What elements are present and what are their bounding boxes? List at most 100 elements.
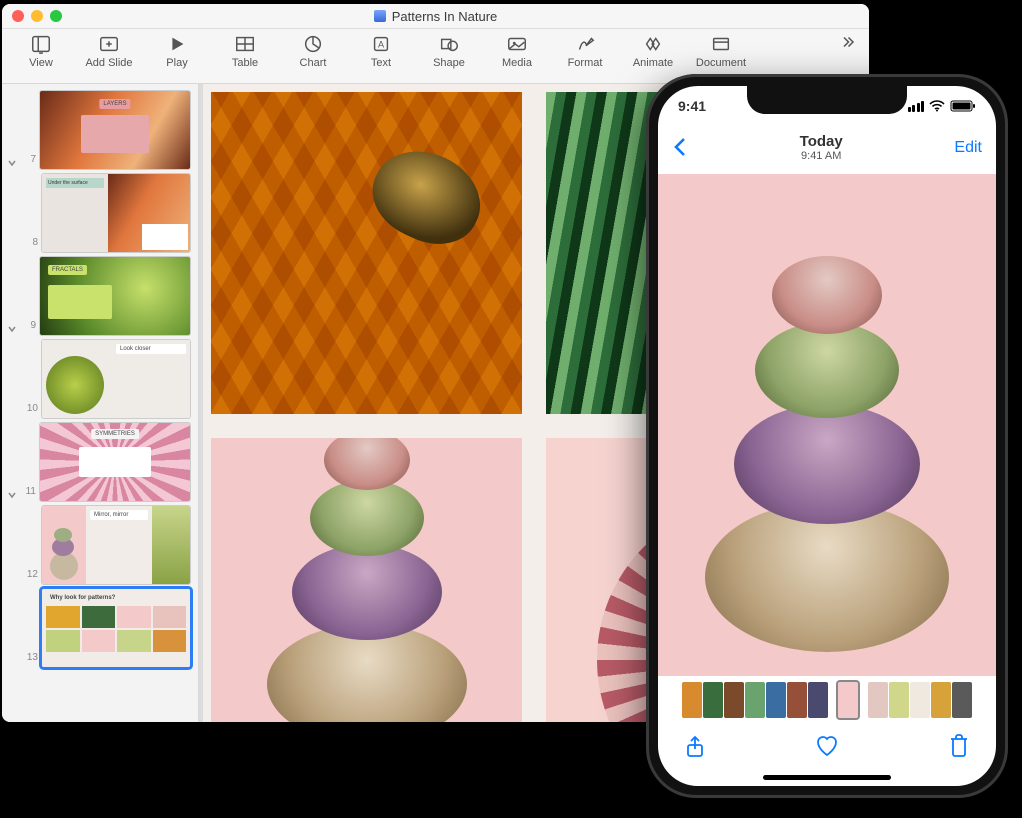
filmstrip-thumb-selected[interactable]	[838, 682, 858, 718]
format-label: Format	[568, 57, 603, 69]
media-label: Media	[502, 57, 532, 69]
edit-button[interactable]: Edit	[954, 139, 982, 157]
filmstrip-thumb[interactable]	[703, 682, 723, 718]
slide-title-chip: Under the surface	[46, 178, 104, 188]
play-button[interactable]: Play	[148, 33, 206, 69]
slide-thumb[interactable]: FRACTALS	[40, 257, 190, 335]
filmstrip-thumb[interactable]	[868, 682, 888, 718]
chart-label: Chart	[300, 57, 327, 69]
battery-icon	[950, 100, 976, 112]
slide-thumbnail-11[interactable]: 11 SYMMETRIES	[2, 420, 198, 503]
slide-thumbnail-9[interactable]: 9 FRACTALS	[2, 254, 198, 337]
svg-text:A: A	[378, 40, 385, 50]
urchin-shell	[755, 322, 899, 418]
slide-number: 12	[24, 569, 38, 584]
filmstrip-thumb[interactable]	[808, 682, 828, 718]
photo-viewer[interactable]	[658, 174, 996, 676]
iphone-screen: 9:41 Today 9:41 AM Edit	[658, 86, 996, 786]
photos-navigation-bar: Today 9:41 AM Edit	[658, 126, 996, 170]
add-slide-label: Add Slide	[85, 57, 132, 69]
slide-thumb[interactable]: Under the surface	[42, 174, 190, 252]
text-label: Text	[371, 57, 391, 69]
urchin-shell	[705, 502, 949, 652]
slide-thumb[interactable]: LAYERS	[40, 91, 190, 169]
add-slide-button[interactable]: Add Slide	[80, 33, 138, 69]
share-button[interactable]	[684, 733, 706, 762]
media-button[interactable]: Media	[488, 33, 546, 69]
iphone-device: 9:41 Today 9:41 AM Edit	[646, 74, 1008, 798]
document-title[interactable]: Patterns In Nature	[374, 9, 498, 24]
slide-image-urchin-stack[interactable]	[211, 438, 522, 722]
chart-button[interactable]: Chart	[284, 33, 342, 69]
document-title-text: Patterns In Nature	[392, 9, 498, 24]
filmstrip-thumb[interactable]	[931, 682, 951, 718]
wifi-icon	[929, 100, 945, 112]
urchin-shell	[324, 438, 410, 490]
minimize-button[interactable]	[31, 10, 43, 22]
animate-button[interactable]: Animate	[624, 33, 682, 69]
cellular-signal-icon	[908, 101, 925, 112]
format-button[interactable]: Format	[556, 33, 614, 69]
slide-thumb[interactable]: Mirror, mirror	[42, 506, 190, 584]
slide-title-chip: Why look for patterns?	[46, 593, 186, 603]
filmstrip-thumb[interactable]	[745, 682, 765, 718]
favorite-button[interactable]	[814, 734, 840, 761]
slide-title-chip: Look closer	[116, 344, 186, 354]
table-label: Table	[232, 57, 258, 69]
shape-label: Shape	[433, 57, 465, 69]
photo-filmstrip[interactable]	[658, 682, 996, 722]
filmstrip-thumb[interactable]	[889, 682, 909, 718]
shape-button[interactable]: Shape	[420, 33, 478, 69]
slide-number: 8	[24, 237, 38, 252]
nav-title: Today 9:41 AM	[800, 134, 843, 163]
slide-thumbnail-10[interactable]: 10 Look closer	[2, 337, 198, 420]
window-titlebar[interactable]: Patterns In Nature	[2, 4, 869, 29]
toolbar-overflow-button[interactable]	[835, 33, 859, 51]
slide-title-chip: LAYERS	[99, 99, 130, 109]
table-button[interactable]: Table	[216, 33, 274, 69]
disclosure-triangle-icon[interactable]	[6, 489, 18, 501]
trash-button[interactable]	[948, 733, 970, 762]
filmstrip-thumb[interactable]	[724, 682, 744, 718]
disclosure-triangle-icon[interactable]	[6, 323, 18, 335]
slide-number: 13	[24, 652, 38, 667]
slide-title-chip: SYMMETRIES	[91, 429, 139, 439]
slide-thumb[interactable]: SYMMETRIES	[40, 423, 190, 501]
filmstrip-thumb[interactable]	[766, 682, 786, 718]
slide-title-chip: Mirror, mirror	[90, 510, 148, 520]
urchin-shell	[734, 404, 920, 524]
nav-title-secondary: 9:41 AM	[800, 150, 843, 162]
document-label: Document	[696, 57, 746, 69]
slide-navigator[interactable]: 7 LAYERS 8 Under the surface	[2, 84, 199, 722]
home-indicator[interactable]	[763, 775, 891, 780]
back-button[interactable]	[672, 136, 688, 161]
zoom-button[interactable]	[50, 10, 62, 22]
view-button[interactable]: View	[12, 33, 70, 69]
traffic-lights	[12, 10, 62, 22]
notch	[747, 86, 907, 114]
filmstrip-thumb[interactable]	[682, 682, 702, 718]
slide-title-chip: FRACTALS	[48, 265, 87, 275]
urchin-shell	[310, 480, 424, 556]
slide-number: 7	[22, 154, 36, 169]
filmstrip-thumb[interactable]	[910, 682, 930, 718]
slide-thumbnail-7[interactable]: 7 LAYERS	[2, 88, 198, 171]
nav-title-primary: Today	[800, 134, 843, 151]
document-icon	[374, 10, 386, 22]
animate-label: Animate	[633, 57, 673, 69]
slide-thumbnail-13[interactable]: 13 Why look for patterns?	[2, 586, 198, 669]
text-button[interactable]: A Text	[352, 33, 410, 69]
document-button[interactable]: Document	[692, 33, 750, 69]
filmstrip-thumb[interactable]	[787, 682, 807, 718]
slide-thumb[interactable]: Look closer	[42, 340, 190, 418]
close-button[interactable]	[12, 10, 24, 22]
slide-number: 10	[24, 403, 38, 418]
disclosure-triangle-icon[interactable]	[6, 157, 18, 169]
slide-image-honeycomb[interactable]	[211, 92, 522, 414]
slide-thumbnail-12[interactable]: 12 Mirror, mirror	[2, 503, 198, 586]
filmstrip-thumb[interactable]	[952, 682, 972, 718]
slide-thumbnail-8[interactable]: 8 Under the surface	[2, 171, 198, 254]
slide-thumb[interactable]: Why look for patterns?	[42, 589, 190, 667]
bee-graphic	[359, 135, 495, 259]
view-label: View	[29, 57, 53, 69]
